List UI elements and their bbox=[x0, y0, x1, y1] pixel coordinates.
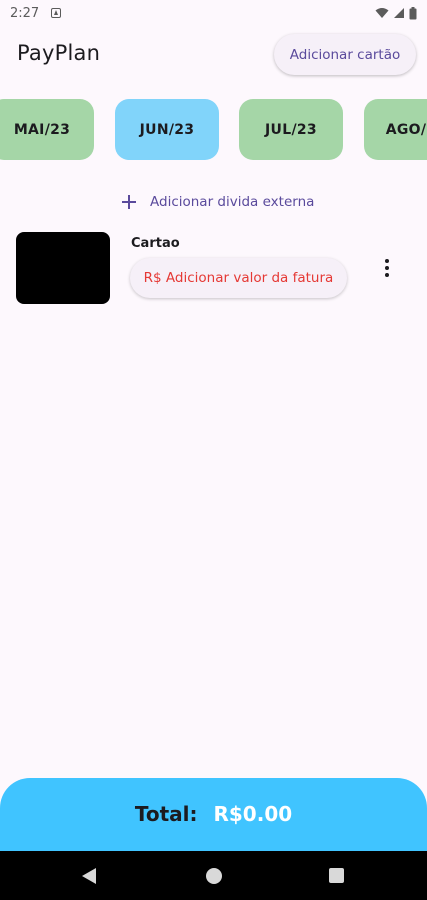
total-label: Total: bbox=[134, 802, 198, 826]
add-external-debt-label: Adicionar divida externa bbox=[150, 194, 315, 210]
recents-icon[interactable] bbox=[329, 868, 344, 883]
month-selector: MAI/23 JUN/23 JUL/23 AGO/23 bbox=[0, 99, 427, 161]
app-bar: PayPlan Adicionar cartão bbox=[0, 30, 427, 80]
add-card-button[interactable]: Adicionar cartão bbox=[274, 34, 416, 75]
back-icon[interactable] bbox=[82, 868, 96, 884]
app-title: PayPlan bbox=[17, 41, 101, 65]
notification-app-icon bbox=[51, 8, 62, 18]
month-chip-ago-23[interactable]: AGO/23 bbox=[364, 99, 427, 160]
total-bar: Total: R$0.00 bbox=[0, 778, 427, 858]
card-list-item: Cartao R$ Adicionar valor da fatura bbox=[0, 228, 427, 308]
month-chip-jun-23[interactable]: JUN/23 bbox=[115, 99, 219, 160]
status-indicators bbox=[375, 6, 417, 20]
more-vert-icon[interactable] bbox=[375, 256, 399, 280]
add-external-debt-button[interactable]: Adicionar divida externa bbox=[120, 189, 314, 215]
status-bar: 2:27 bbox=[0, 0, 427, 26]
total-value: R$0.00 bbox=[213, 802, 293, 826]
battery-icon bbox=[409, 6, 417, 19]
cell-signal-icon bbox=[394, 8, 404, 18]
wifi-icon bbox=[375, 8, 389, 18]
screen: 2:27 PayPlan Adicionar cartão MAI/23 JUN… bbox=[0, 0, 427, 900]
status-time: 2:27 bbox=[10, 5, 40, 21]
add-invoice-value-button[interactable]: R$ Adicionar valor da fatura bbox=[130, 258, 347, 298]
month-chip-mai-23[interactable]: MAI/23 bbox=[0, 99, 94, 160]
home-icon[interactable] bbox=[206, 868, 222, 884]
system-nav-bar bbox=[0, 851, 427, 900]
card-image bbox=[16, 232, 110, 304]
card-name: Cartao bbox=[131, 236, 180, 251]
month-chip-jul-23[interactable]: JUL/23 bbox=[239, 99, 343, 160]
plus-icon bbox=[122, 195, 136, 209]
